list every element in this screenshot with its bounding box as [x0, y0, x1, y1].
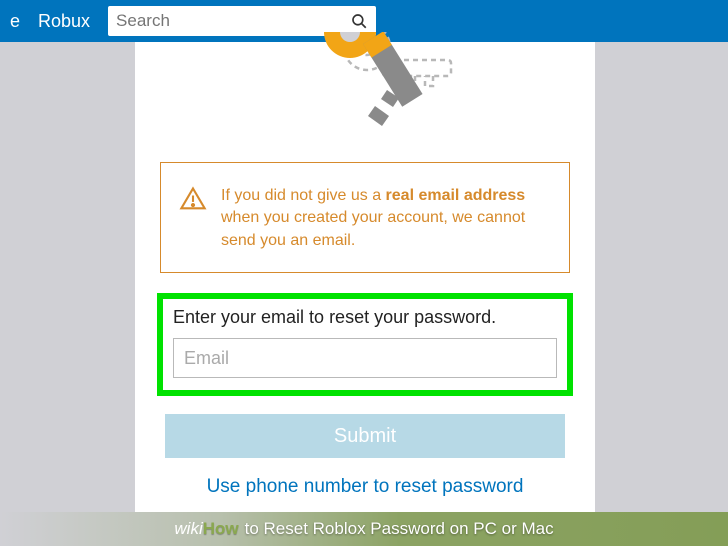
watermark-title: to Reset Roblox Password on PC or Mac — [245, 519, 554, 539]
warning-text: If you did not give us a real email addr… — [221, 185, 551, 252]
search-input[interactable] — [116, 11, 350, 31]
reset-prompt: Enter your email to reset your password. — [173, 307, 557, 328]
nav-link-partial[interactable]: e — [10, 11, 20, 32]
search-icon[interactable] — [350, 12, 368, 30]
key-illustration — [265, 32, 465, 142]
nav-link-robux[interactable]: Robux — [38, 11, 90, 32]
warning-icon — [179, 185, 207, 213]
warning-info-box: If you did not give us a real email addr… — [160, 162, 570, 273]
email-field[interactable] — [173, 338, 557, 378]
watermark-brand-how: How — [203, 519, 239, 539]
reset-password-panel: If you did not give us a real email addr… — [135, 42, 595, 512]
watermark-content: wikiHow to Reset Roblox Password on PC o… — [174, 519, 553, 539]
watermark-brand-wiki: wiki — [174, 519, 202, 539]
use-phone-link[interactable]: Use phone number to reset password — [207, 476, 524, 498]
highlighted-email-section: Enter your email to reset your password. — [157, 293, 573, 396]
watermark-bar: wikiHow to Reset Roblox Password on PC o… — [0, 512, 728, 546]
submit-button[interactable]: Submit — [165, 414, 565, 458]
